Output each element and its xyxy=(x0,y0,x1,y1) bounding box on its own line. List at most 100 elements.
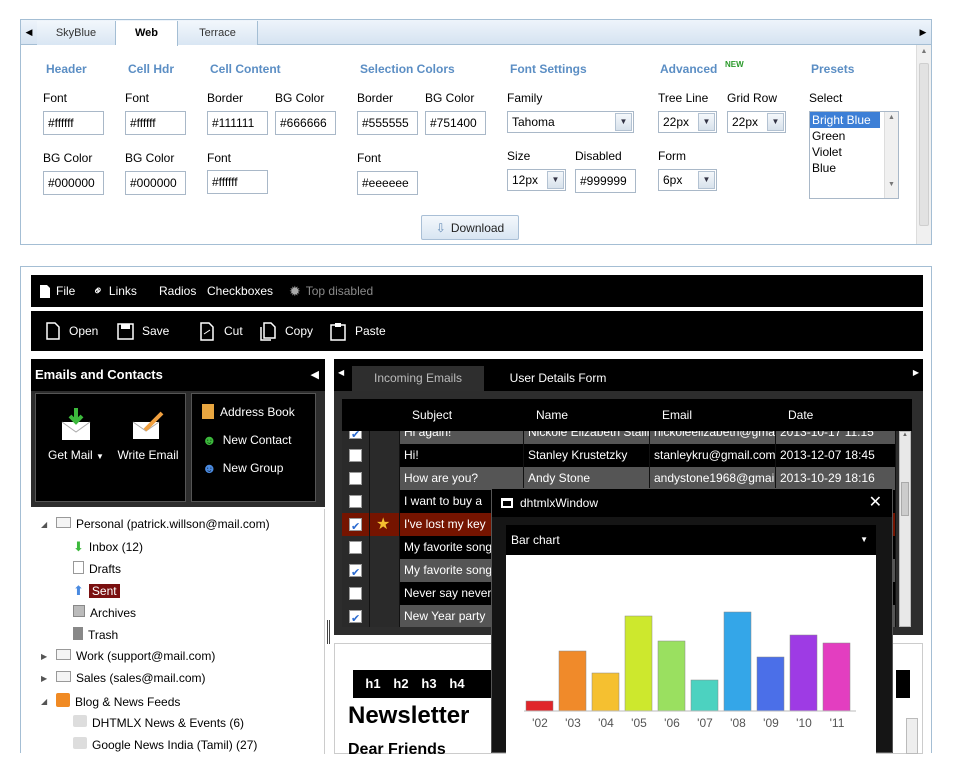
bar-7[interactable] xyxy=(756,656,785,712)
expander-icon[interactable]: ◢ xyxy=(41,520,51,529)
chevron-down-icon[interactable]: ▼ xyxy=(767,113,784,131)
copy-button[interactable]: Copy xyxy=(259,311,313,351)
expander-icon[interactable]: ▶ xyxy=(41,674,51,683)
bar-0[interactable] xyxy=(525,700,554,712)
row-checkbox[interactable] xyxy=(349,541,362,554)
tree-node[interactable]: Google News India (Tamil) (27) xyxy=(73,737,257,752)
cut-button[interactable]: Cut xyxy=(199,311,243,351)
row-checkbox[interactable] xyxy=(349,472,362,485)
dhtmlx-window[interactable]: dhtmlxWindow ✕ Bar chart ▼ '02'03'04'05 '… xyxy=(491,488,893,754)
tab-scroll-right-icon[interactable]: ▶ xyxy=(913,368,919,377)
new-contact-button[interactable]: ☻ New Contact xyxy=(202,432,291,448)
sel-font-input[interactable]: #eeeeee xyxy=(357,171,418,195)
bar-3[interactable] xyxy=(624,615,653,712)
tree-node[interactable]: ◢ Personal (patrick.willson@mail.com) xyxy=(41,517,270,531)
sel-border-input[interactable]: #555555 xyxy=(357,111,418,135)
chevron-down-icon[interactable]: ▼ xyxy=(615,113,632,131)
bar-1[interactable] xyxy=(558,650,587,712)
chevron-down-icon[interactable]: ▼ xyxy=(698,171,715,189)
expander-icon[interactable]: ▶ xyxy=(41,652,51,661)
tree-node[interactable]: Archives xyxy=(73,605,136,620)
disabled-input[interactable]: #999999 xyxy=(575,169,636,193)
sel-bg-input[interactable]: #751400 xyxy=(425,111,486,135)
editor-scrollbar[interactable] xyxy=(906,718,918,754)
window-titlebar[interactable]: dhtmlxWindow ✕ xyxy=(492,489,892,517)
menu-links[interactable]: ⚭ Links xyxy=(89,275,137,307)
write-email-button[interactable]: Write Email xyxy=(114,408,182,462)
tab-incoming-emails[interactable]: Incoming Emails xyxy=(352,366,484,391)
chevron-down-icon[interactable]: ▼ xyxy=(547,171,564,189)
preset-option[interactable]: Bright Blue xyxy=(810,112,880,128)
tab-user-details[interactable]: User Details Form xyxy=(494,366,622,391)
tab-skyblue[interactable]: SkyBlue xyxy=(37,21,116,45)
menu-file[interactable]: File xyxy=(39,275,75,307)
tree-node[interactable]: DHTMLX News & Events (6) xyxy=(73,715,244,730)
grid-row-select[interactable]: 22px ▼ xyxy=(727,111,786,133)
row-checkbox[interactable] xyxy=(349,562,362,582)
download-button[interactable]: ⇩ Download xyxy=(421,215,519,240)
expander-icon[interactable]: ◢ xyxy=(41,697,51,706)
grid-scrollbar[interactable]: ▲ xyxy=(899,431,911,627)
row-checkbox[interactable] xyxy=(349,516,362,536)
cell-bg-input[interactable]: #666666 xyxy=(275,111,336,135)
tree-node[interactable]: ◢ Blog & News Feeds xyxy=(41,693,180,710)
bar-9[interactable] xyxy=(822,642,851,712)
config-scrollbar[interactable]: ▲ xyxy=(916,45,931,244)
pane-splitter[interactable] xyxy=(327,620,330,644)
h2-button[interactable]: h2 xyxy=(387,670,415,698)
paste-button[interactable]: Paste xyxy=(329,311,386,351)
col-name[interactable]: Name xyxy=(536,399,568,431)
table-row[interactable]: Hi again!Nickole Elizabeth Stallionnicko… xyxy=(342,431,896,444)
table-row[interactable]: Hi! Stanley Krustetzky stanleykru@gmail.co… xyxy=(342,444,896,467)
cellhdr-font-input[interactable]: #ffffff xyxy=(125,111,186,135)
tab-scroll-left-icon[interactable]: ◀ xyxy=(338,368,344,377)
tree-node[interactable]: Trash xyxy=(73,627,118,643)
cellhdr-bg-input[interactable]: #000000 xyxy=(125,171,186,195)
table-row[interactable]: How are you? Andy Stone andystone1968@gmai… xyxy=(342,467,896,490)
bar-4[interactable] xyxy=(657,640,686,712)
tab-terrace[interactable]: Terrace xyxy=(178,21,258,45)
chevron-down-icon[interactable]: ▼ xyxy=(698,113,715,131)
h3-button[interactable]: h3 xyxy=(415,670,443,698)
star-icon[interactable]: ★ xyxy=(376,513,390,536)
cell-font-input[interactable]: #ffffff xyxy=(207,170,268,194)
row-checkbox[interactable] xyxy=(349,449,362,462)
h4-button[interactable]: h4 xyxy=(443,670,471,698)
bar-5[interactable] xyxy=(690,679,719,712)
row-checkbox[interactable] xyxy=(349,608,362,627)
bar-8[interactable] xyxy=(789,634,818,712)
tree-node[interactable]: ⬇ Inbox (12) xyxy=(73,539,143,555)
tab-scroll-left-icon[interactable]: ◀ xyxy=(21,20,37,45)
tab-web[interactable]: Web xyxy=(116,21,178,46)
close-icon[interactable]: ✕ xyxy=(869,489,882,517)
row-checkbox[interactable] xyxy=(349,431,362,444)
save-button[interactable]: Save xyxy=(117,311,169,351)
menu-radios[interactable]: Radios xyxy=(159,275,196,307)
address-book-button[interactable]: Address Book xyxy=(202,404,295,419)
header-font-input[interactable]: #ffffff xyxy=(43,111,104,135)
tab-scroll-right-icon[interactable]: ▶ xyxy=(915,20,931,45)
collapse-left-icon[interactable]: ◀ xyxy=(311,359,319,391)
col-subject[interactable]: Subject xyxy=(412,399,452,431)
form-select[interactable]: 6px ▼ xyxy=(658,169,717,191)
row-checkbox[interactable] xyxy=(349,587,362,600)
open-button[interactable]: Open xyxy=(45,311,98,351)
family-select[interactable]: Tahoma ▼ xyxy=(507,111,634,133)
tree-line-select[interactable]: 22px ▼ xyxy=(658,111,717,133)
bar-6[interactable] xyxy=(723,611,752,712)
col-email[interactable]: Email xyxy=(662,399,692,431)
presets-listbox[interactable]: Bright Blue Green Violet Blue ▲ ▼ xyxy=(809,111,899,199)
tree-node[interactable]: ▶ Work (support@mail.com) xyxy=(41,649,215,663)
size-select[interactable]: 12px ▼ xyxy=(507,169,566,191)
tree-node[interactable]: ▶ Sales (sales@mail.com) xyxy=(41,671,206,685)
presets-scrollbar[interactable]: ▲ ▼ xyxy=(884,112,898,198)
h1-button[interactable]: h1 xyxy=(359,670,387,698)
menu-checkboxes[interactable]: Checkboxes xyxy=(207,275,273,307)
tree-node[interactable]: ⬆ Sent xyxy=(73,583,120,599)
header-bg-input[interactable]: #000000 xyxy=(43,171,104,195)
chart-type-select[interactable]: Bar chart ▼ xyxy=(506,525,876,555)
cell-border-input[interactable]: #111111 xyxy=(207,111,268,135)
bar-2[interactable] xyxy=(591,672,620,712)
col-date[interactable]: Date xyxy=(788,399,813,431)
new-group-button[interactable]: ☻ New Group xyxy=(202,460,283,476)
